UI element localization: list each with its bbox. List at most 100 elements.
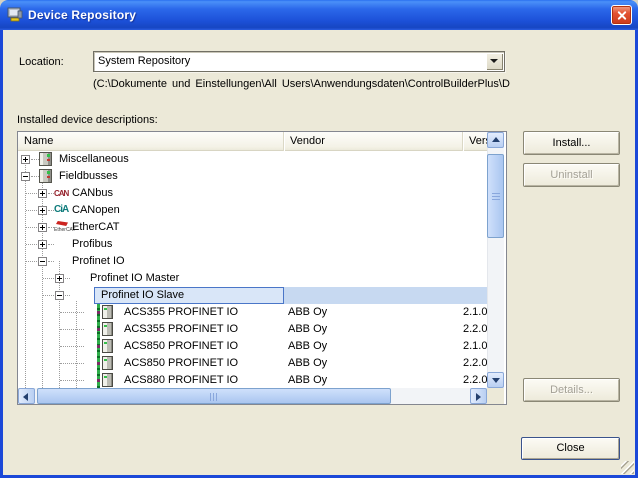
vertical-scrollbar[interactable] [487, 132, 504, 388]
tree-rows: Miscellaneous Fieldbusses CANCANbusCiACANo… [18, 151, 487, 388]
plus-expand-toggle[interactable] [38, 189, 47, 198]
horizontal-scroll-thumb[interactable] [37, 388, 391, 404]
vendor-cell: ABB Oy [288, 357, 438, 369]
plus-expand-toggle[interactable] [38, 240, 47, 249]
tree-row[interactable]: ACS355 PROFINET IOABB Oy2.2.0 [18, 321, 487, 338]
tree-row[interactable]: Profinet IO Slave [18, 287, 487, 304]
tree-row-label: ACS850 PROFINET IO [124, 357, 238, 369]
tree-row[interactable]: Profibus [18, 236, 487, 253]
details-button: Details... [523, 378, 620, 402]
tree-row[interactable]: ACS880 PROFINET IO ABB Oy 2.2.0 [18, 372, 487, 388]
device-repository-dialog: Device Repository Location: System Repos… [0, 0, 638, 478]
version-cell: 2.2.0 [463, 357, 487, 369]
tree-row[interactable]: CANCANbus [18, 185, 487, 202]
tree-row-label: Fieldbusses [59, 170, 118, 182]
tree-connector [48, 261, 54, 262]
tree-row[interactable]: EtherCATEtherCAT [18, 219, 487, 236]
scroll-left-button[interactable] [18, 388, 35, 404]
resize-grip[interactable] [621, 461, 634, 474]
tree-connector [60, 380, 84, 381]
vendor-cell: ABB Oy [288, 340, 438, 352]
plus-expand-toggle[interactable] [38, 223, 47, 232]
installed-devices-label: Installed device descriptions: [17, 114, 158, 126]
tree-row-label: Profinet IO Slave [101, 289, 184, 301]
vertical-scroll-thumb[interactable] [487, 154, 504, 238]
tree-row[interactable]: Miscellaneous [18, 151, 487, 168]
vendor-cell: ABB Oy [288, 323, 438, 335]
tree-row[interactable]: ACS850 PROFINET IO ABB Oy 2.1.0 [18, 338, 487, 355]
tree-connector [26, 244, 37, 245]
plus-expand-toggle[interactable] [38, 206, 47, 215]
combobox-dropdown-button[interactable] [486, 53, 503, 70]
tree-row-label: CANbus [72, 187, 113, 199]
device-icon [102, 305, 113, 319]
tree-connector [26, 193, 37, 194]
column-header-version[interactable]: Vers [462, 132, 487, 151]
horizontal-scrollbar[interactable] [18, 388, 487, 404]
title-bar[interactable]: Device Repository [0, 0, 638, 30]
tree-connector [31, 159, 39, 160]
vendor-cell: ABB Oy [288, 306, 438, 318]
location-value: System Repository [98, 55, 190, 67]
tree-row[interactable]: Profinet IO [18, 253, 487, 270]
scroll-up-button[interactable] [487, 132, 504, 148]
version-cell: 2.2.0 [463, 374, 487, 386]
location-combobox[interactable]: System Repository [93, 51, 505, 72]
vendor-cell: ABB Oy [288, 374, 438, 386]
scrollbar-corner [487, 388, 504, 404]
tree-row[interactable]: Profinet IO Master [18, 270, 487, 287]
scroll-down-button[interactable] [487, 372, 504, 388]
device-tree: Name Vendor Vers Miscellaneous Fieldbusse… [17, 131, 507, 405]
minus-expand-toggle[interactable] [55, 291, 64, 300]
tree-row-label: Profibus [72, 238, 112, 250]
install-button[interactable]: Install... [523, 131, 620, 155]
column-header-name[interactable]: Name [18, 132, 283, 151]
tree-connector [65, 295, 70, 296]
close-icon[interactable] [611, 5, 632, 25]
plus-expand-toggle[interactable] [55, 274, 64, 283]
tree-connector [31, 176, 39, 177]
window-title: Device Repository [28, 8, 136, 22]
version-cell: 2.1.0 [463, 340, 487, 352]
close-button[interactable]: Close [521, 437, 620, 460]
arrow-up-icon [492, 137, 500, 142]
tree-connector [26, 261, 37, 262]
tree-row[interactable]: ACS850 PROFINET IO ABB Oy 2.2.0 [18, 355, 487, 372]
tree-row-label: ACS355 PROFINET IO [124, 323, 238, 335]
scroll-right-button[interactable] [470, 388, 487, 404]
device-icon [102, 373, 113, 387]
column-header-vendor[interactable]: Vendor [283, 132, 462, 151]
minus-expand-toggle[interactable] [21, 172, 30, 181]
tree-connector [26, 210, 37, 211]
tree-row-label: CANopen [72, 204, 120, 216]
tree-row-label: Profinet IO Master [90, 272, 179, 284]
device-icon [102, 356, 113, 370]
tree-connector [60, 363, 84, 364]
tree-row-label: ACS355 PROFINET IO [124, 306, 238, 318]
tree-connector [60, 346, 84, 347]
tree-row-label: Profinet IO [72, 255, 125, 267]
version-cell: 2.1.0 [463, 306, 487, 318]
tree-connector [48, 244, 54, 245]
device-icon [102, 339, 113, 353]
tree-connector [26, 227, 37, 228]
tree-connector [65, 278, 70, 279]
tree-row-label: ACS880 PROFINET IO [124, 374, 238, 386]
tree-row-label: EtherCAT [72, 221, 119, 233]
tree-row[interactable]: ACS355 PROFINET IO ABB Oy 2.1.0 [18, 304, 487, 321]
tree-row[interactable]: Fieldbusses [18, 168, 487, 185]
arrow-left-icon [23, 393, 28, 401]
tree-connector [60, 329, 84, 330]
device-icon [102, 322, 113, 336]
tree-row-label: Miscellaneous [59, 153, 129, 165]
plus-expand-toggle[interactable] [21, 155, 30, 164]
device-group-icon [39, 169, 52, 183]
tree-row[interactable]: CiACANopen [18, 202, 487, 219]
device-group-icon [39, 152, 52, 166]
tree-connector [43, 278, 54, 279]
minus-expand-toggle[interactable] [38, 257, 47, 266]
repository-path: (C:\Dokumente und Einstellungen\All User… [93, 78, 510, 90]
app-icon [7, 7, 23, 23]
tree-row-label: ACS850 PROFINET IO [124, 340, 238, 352]
tree-connector [60, 312, 84, 313]
